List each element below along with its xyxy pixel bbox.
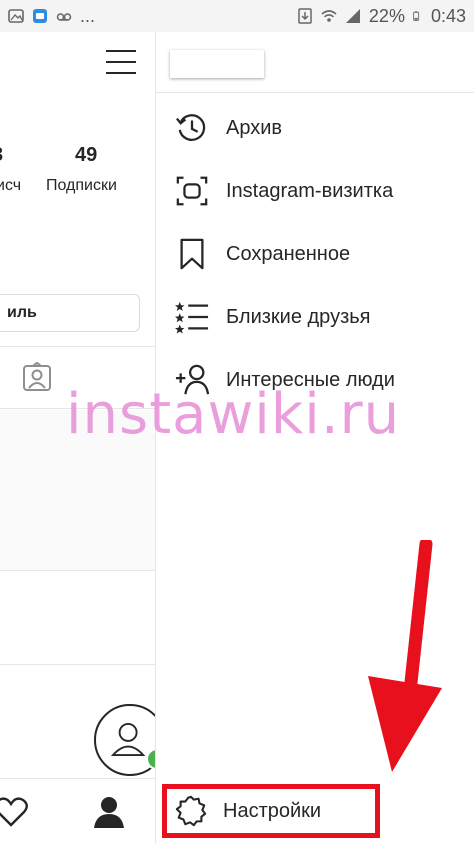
drawer-username xyxy=(170,50,264,78)
menu-item-label: Близкие друзья xyxy=(226,305,371,328)
status-bar-left: ... xyxy=(8,6,95,27)
red-arrow-annotation xyxy=(368,540,442,772)
edit-profile-button[interactable]: иль xyxy=(0,294,140,332)
menu-item-label: Instagram-визитка xyxy=(226,179,394,202)
followers-label: исч xyxy=(0,177,22,194)
signal-icon xyxy=(345,9,360,23)
menu-item-close-friends[interactable]: Близкие друзья xyxy=(156,289,474,345)
tabs-top-divider xyxy=(0,346,155,347)
avatar[interactable] xyxy=(94,704,155,776)
menu-hamburger-icon[interactable] xyxy=(106,50,136,76)
followers-count[interactable]: 3 xyxy=(0,144,3,167)
menu-item-saved[interactable]: Сохраненное xyxy=(156,226,474,282)
battery-percent: 22% xyxy=(368,5,405,26)
close-friends-icon xyxy=(174,299,210,335)
archive-icon xyxy=(174,110,210,146)
settings-gear-icon xyxy=(173,793,209,829)
settings-label: Настройки xyxy=(223,799,322,822)
heart-icon[interactable] xyxy=(0,797,28,827)
following-label: Подписки xyxy=(46,177,117,194)
status-bar-right: 22% 0:43 xyxy=(297,6,466,27)
photo-icon xyxy=(8,9,24,23)
drawer-header-divider xyxy=(156,92,474,93)
content-divider xyxy=(0,570,155,571)
profile-nav-icon[interactable] xyxy=(92,795,126,829)
messages-icon xyxy=(33,9,47,23)
status-more-dots: ... xyxy=(80,5,96,26)
menu-item-nametag[interactable]: Instagram-визитка xyxy=(156,163,474,219)
battery-icon xyxy=(413,11,420,21)
download-icon xyxy=(298,8,312,24)
menu-item-archive[interactable]: Архив xyxy=(156,100,474,156)
wifi-icon xyxy=(321,10,337,22)
following-count[interactable]: 49 xyxy=(75,144,97,167)
status-time: 0:43 xyxy=(430,5,466,26)
status-bar: ... 22% 0:43 xyxy=(0,0,474,32)
voicemail-icon xyxy=(56,13,72,21)
bookmark-icon xyxy=(174,236,210,272)
content-divider-2 xyxy=(0,664,155,665)
tagged-photos-icon[interactable] xyxy=(22,362,52,392)
watermark-text: instawiki.ru xyxy=(66,382,401,447)
menu-item-label: Архив xyxy=(226,116,283,139)
nametag-icon xyxy=(174,173,210,209)
menu-item-settings[interactable]: Настройки xyxy=(162,784,380,838)
menu-item-label: Сохраненное xyxy=(226,242,351,265)
bottom-nav-bar xyxy=(0,778,155,843)
